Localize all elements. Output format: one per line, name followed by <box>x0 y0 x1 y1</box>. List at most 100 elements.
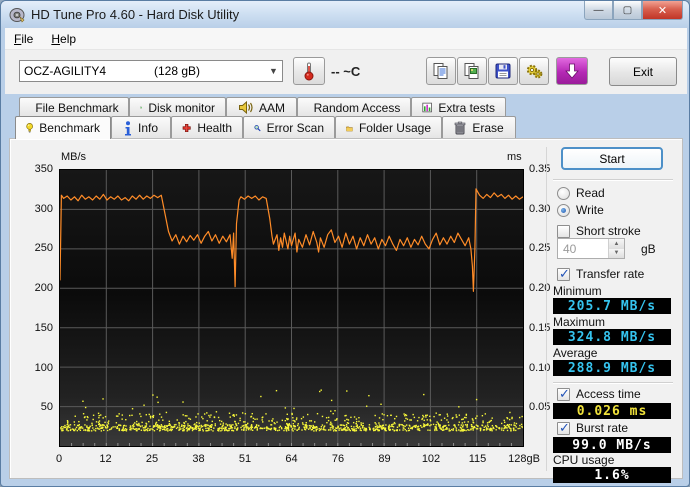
download-update-button[interactable] <box>556 57 588 85</box>
save-button[interactable] <box>488 57 518 85</box>
access-time-checkbox[interactable]: Access time <box>557 386 641 402</box>
x-tick: 64 <box>285 453 298 465</box>
x-tick: 128gB <box>508 453 540 465</box>
speaker-icon <box>238 101 253 114</box>
tab-row-primary: Benchmark Info Health Error Scan Folder … <box>15 116 516 139</box>
stepper-up-icon[interactable]: ▲ <box>609 239 624 249</box>
temperature-readout: -- ~C <box>331 64 361 79</box>
tab-label: File Benchmark <box>35 100 119 115</box>
start-button[interactable]: Start <box>561 147 663 170</box>
drive-name: OCZ-AGILITY4 <box>24 64 107 78</box>
y-left-tick: 200 <box>34 282 53 295</box>
capacity-stepper[interactable]: 40 ▲ ▼ <box>557 238 625 259</box>
benchmark-chart-plot <box>59 169 524 447</box>
maximum-value: 324.8 MB/s <box>553 329 671 345</box>
radio-icon <box>557 186 570 200</box>
tab-health[interactable]: Health <box>171 116 243 139</box>
y-right-axis-title: ms <box>507 151 522 163</box>
tab-disk-monitor[interactable]: Disk monitor <box>129 97 226 117</box>
tab-label: Error Scan <box>266 121 324 135</box>
write-radio-label: Write <box>576 203 604 217</box>
stepper-buttons[interactable]: ▲ ▼ <box>608 239 624 258</box>
download-arrow-icon <box>565 63 579 79</box>
x-tick: 51 <box>238 453 252 465</box>
tab-benchmark[interactable]: Benchmark <box>15 116 111 139</box>
checkbox-checked-icon <box>557 420 570 436</box>
panel-divider <box>546 147 547 471</box>
tab-label: Folder Usage <box>358 121 431 135</box>
x-tick: 0 <box>55 453 63 465</box>
transfer-rate-checkbox[interactable]: Transfer rate <box>557 266 645 282</box>
info-icon <box>124 120 131 135</box>
save-floppy-icon <box>495 63 511 79</box>
access-time-value: 0.026 ms <box>553 403 671 419</box>
tab-info[interactable]: Info <box>111 116 171 139</box>
tab-erase[interactable]: Erase <box>442 116 516 139</box>
menu-help[interactable]: Help <box>42 30 85 48</box>
y-left-tick: 250 <box>34 242 53 255</box>
drive-selector-dropdown[interactable]: OCZ-AGILITY4 (128 gB) ▼ <box>19 60 283 82</box>
magnifier-icon <box>254 125 261 132</box>
burst-rate-label: Burst rate <box>576 421 629 435</box>
tab-row-secondary: File Benchmark Disk monitor AAM Random A… <box>19 97 506 117</box>
tab-extra-tests[interactable]: Extra tests <box>411 97 506 117</box>
checkbox-checked-icon <box>557 266 570 282</box>
read-radio[interactable]: Read <box>557 186 605 200</box>
menu-bar: File Help <box>5 28 687 50</box>
maximize-button[interactable]: ▢ <box>613 1 642 20</box>
access-time-label: Access time <box>576 387 641 401</box>
toolbar: OCZ-AGILITY4 (128 gB) ▼ -- ~C Exit <box>5 50 687 94</box>
disk-monitor-icon <box>140 106 143 109</box>
temperature-button[interactable] <box>293 57 325 85</box>
average-label: Average <box>553 346 598 360</box>
stepper-down-icon[interactable]: ▼ <box>609 248 624 258</box>
maximum-label: Maximum <box>553 315 606 329</box>
tab-label: Info <box>137 121 158 135</box>
burst-rate-checkbox[interactable]: Burst rate <box>557 420 629 436</box>
window-title: HD Tune Pro 4.60 - Hard Disk Utility <box>31 7 240 22</box>
minimize-button[interactable]: — <box>584 1 613 20</box>
tab-aam[interactable]: AAM <box>226 97 297 117</box>
copy-image-button[interactable] <box>457 57 487 85</box>
radio-selected-icon <box>557 203 570 217</box>
thermometer-icon <box>304 62 314 81</box>
exit-button[interactable]: Exit <box>609 57 677 86</box>
y-left-tick: 350 <box>34 163 53 175</box>
cpu-usage-label: CPU usage <box>553 453 615 467</box>
copy-text-button[interactable] <box>426 57 456 85</box>
tab-label: Benchmark <box>39 121 100 135</box>
chart-canvas <box>60 170 523 446</box>
tab-folder-usage[interactable]: Folder Usage <box>335 116 442 139</box>
short-stroke-checkbox[interactable]: Short stroke <box>557 224 641 238</box>
x-tick: 102 <box>421 453 441 465</box>
y-left-tick: 100 <box>34 361 53 374</box>
x-tick: 115 <box>468 453 487 465</box>
x-tick: 38 <box>192 453 205 465</box>
tab-random-access[interactable]: Random Access <box>297 97 411 117</box>
close-button[interactable]: ✕ <box>642 1 683 20</box>
capacity-value: 40 <box>563 241 577 256</box>
tab-label: Random Access <box>313 100 401 115</box>
tab-file-benchmark[interactable]: File Benchmark <box>19 97 129 117</box>
minimum-value: 205.7 MB/s <box>553 298 671 314</box>
options-button[interactable] <box>519 57 549 85</box>
tab-label: Erase <box>472 121 504 135</box>
menu-file[interactable]: File <box>5 30 42 48</box>
write-radio[interactable]: Write <box>557 203 604 217</box>
checkbox-checked-icon <box>557 386 570 402</box>
folder-icon <box>346 126 353 131</box>
tab-error-scan[interactable]: Error Scan <box>243 116 335 139</box>
read-radio-label: Read <box>576 186 605 200</box>
tab-label: Extra tests <box>438 100 495 115</box>
tab-label: Health <box>197 121 232 135</box>
x-tick: 25 <box>145 453 159 465</box>
extra-tests-icon <box>422 102 432 113</box>
title-bar: HD Tune Pro 4.60 - Hard Disk Utility — ▢… <box>1 1 689 28</box>
average-value: 288.9 MB/s <box>553 360 671 376</box>
y-left-tick: 50 <box>40 401 53 414</box>
drive-size: (128 gB) <box>154 64 201 78</box>
transfer-rate-label: Transfer rate <box>576 267 645 281</box>
cpu-usage-value: 1.6% <box>553 467 671 483</box>
lightbulb-icon <box>26 123 33 133</box>
y-left-tick: 300 <box>34 202 53 215</box>
